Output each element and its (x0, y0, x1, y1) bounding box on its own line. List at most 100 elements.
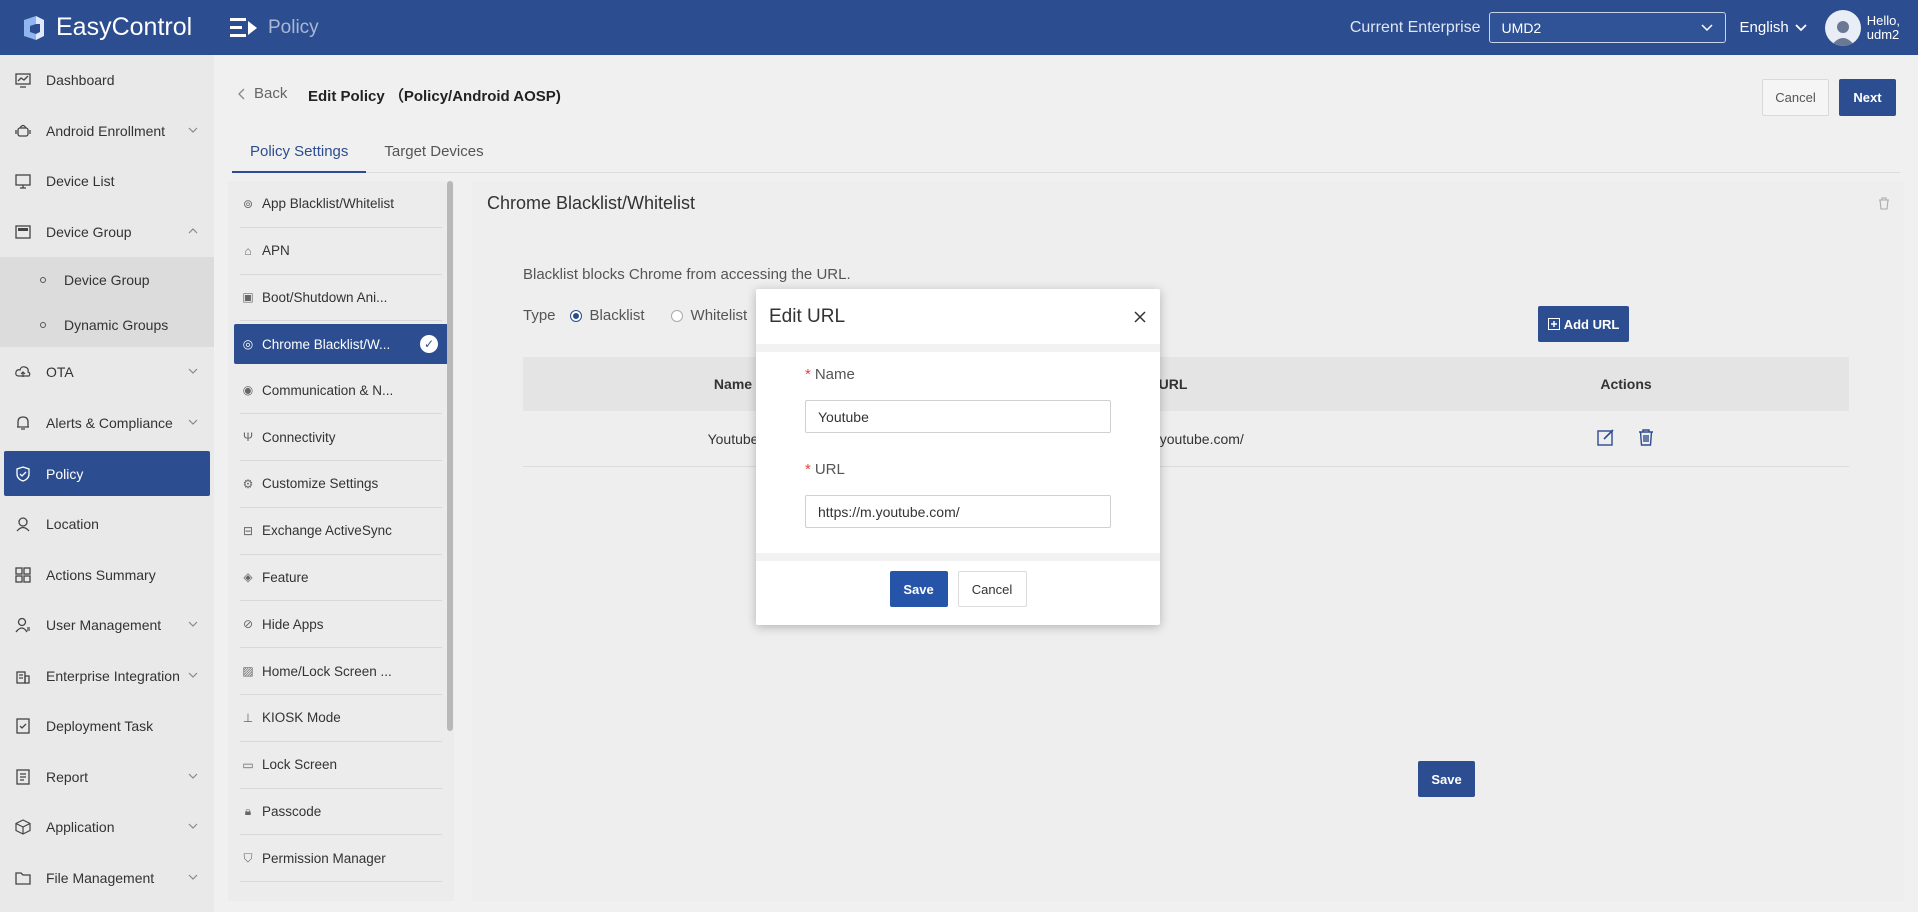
name-input[interactable] (805, 400, 1111, 433)
sidebar-item-ota[interactable]: OTA (0, 347, 214, 398)
next-button[interactable]: Next (1839, 79, 1896, 116)
antenna-icon: ⌂ (244, 243, 252, 258)
sidebar-item-device-list[interactable]: Device List (0, 156, 214, 207)
radio-blacklist[interactable] (569, 309, 582, 322)
settings-icon: ⚙ (242, 476, 254, 491)
policy-item-lock-screen[interactable]: ▭ Lock Screen (240, 742, 442, 789)
table-header: Name URL Actions (523, 357, 1849, 411)
sidebar-subitem-label: Dynamic Groups (64, 316, 169, 333)
enterprise-label: Current Enterprise (1349, 18, 1481, 36)
sidebar-item-enterprise-integration[interactable]: Enterprise Integration (0, 651, 214, 702)
policy-item-boot-shutdown[interactable]: ▣ Boot/Shutdown Ani... (240, 275, 442, 322)
trash-icon[interactable] (1878, 197, 1890, 210)
add-url-label: Add URL (1563, 316, 1620, 332)
policy-item-hide-apps[interactable]: ⊘ Hide Apps (240, 601, 442, 649)
edit-icon[interactable] (1597, 428, 1615, 446)
app-logo[interactable]: EasyControl (0, 13, 214, 42)
policy-item-label: Feature (262, 569, 309, 585)
policy-item-label: Communication & N... (262, 382, 394, 398)
report-icon (14, 768, 32, 786)
chevron-left-icon (238, 88, 245, 99)
delete-icon[interactable] (1637, 428, 1655, 446)
policy-item-kiosk-mode[interactable]: ⊥ KIOSK Mode (240, 695, 442, 742)
image-icon: ▨ (242, 664, 254, 679)
sidebar-item-label: Enterprise Integration (46, 667, 180, 684)
grid-icon (14, 566, 32, 584)
tab-target-devices[interactable]: Target Devices (366, 141, 501, 173)
policy-item-passcode[interactable]: 🔒︎ Passcode (240, 789, 442, 836)
sidebar-item-application[interactable]: Application (0, 802, 214, 853)
dialog-header: Edit URL (756, 289, 1160, 352)
greeting-username: udm2 (1866, 26, 1900, 42)
bullet-icon (40, 276, 46, 283)
sidebar-item-policy[interactable]: Policy (4, 451, 210, 496)
policy-item-permission-manager[interactable]: ⛉ Permission Manager (240, 835, 442, 883)
save-button[interactable]: Save (1418, 761, 1475, 797)
dialog-cancel-button[interactable]: Cancel (957, 571, 1027, 607)
dialog-title: Edit URL (769, 305, 846, 327)
sidebar-subitem-device-group[interactable]: Device Group (0, 257, 214, 302)
chevron-down-icon (1701, 23, 1713, 31)
dialog-save-button[interactable]: Save (889, 571, 948, 607)
policy-item-home-lock-screen[interactable]: ▨ Home/Lock Screen ... (240, 648, 442, 695)
sidebar-item-actions-summary[interactable]: Actions Summary (0, 550, 214, 601)
sidebar-subitem-dynamic-groups[interactable]: Dynamic Groups (0, 302, 214, 347)
add-url-button[interactable]: Add URL (1538, 306, 1629, 342)
policy-item-communication[interactable]: ◉ Communication & N... (240, 367, 442, 415)
policy-item-label: Chrome Blacklist/W... (262, 336, 391, 352)
user-greeting[interactable]: Hello, udm2 (1866, 13, 1900, 42)
tab-policy-settings[interactable]: Policy Settings (232, 141, 367, 173)
policy-item-exchange-activesync[interactable]: ⊟ Exchange ActiveSync (240, 508, 442, 555)
sidebar-item-report[interactable]: Report (0, 752, 214, 803)
policy-item-label: Customize Settings (262, 476, 379, 492)
enterprise-select[interactable]: UMD2 (1488, 12, 1726, 43)
cancel-button[interactable]: Cancel (1762, 79, 1829, 116)
sidebar-item-android-enrollment[interactable]: Android Enrollment (0, 106, 214, 157)
sidebar-item-alerts-compliance[interactable]: Alerts & Compliance (0, 398, 214, 449)
usb-icon: Ψ (242, 430, 254, 445)
url-field-label: * URL (805, 461, 845, 478)
policy-item-connectivity[interactable]: Ψ Connectivity (240, 414, 442, 461)
policy-item-label: Passcode (262, 803, 322, 819)
close-icon[interactable] (1134, 311, 1146, 323)
device-group-submenu: Device Group Dynamic Groups (0, 257, 214, 347)
language-selector[interactable]: English (1740, 19, 1807, 36)
policy-item-chrome-blacklist[interactable]: ◎ Chrome Blacklist/W... ✓ (234, 324, 448, 365)
blacklist-hint: Blacklist blocks Chrome from accessing t… (523, 266, 851, 283)
plus-square-icon (1547, 318, 1560, 330)
menu-toggle-icon[interactable] (230, 17, 258, 39)
dialog-footer: Save Cancel (756, 561, 1160, 617)
url-input[interactable] (805, 495, 1111, 528)
avatar[interactable] (1824, 9, 1861, 46)
app-name: EasyControl (56, 13, 193, 41)
sidebar-item-label: Policy (46, 465, 84, 482)
policy-item-label: Home/Lock Screen ... (262, 663, 392, 679)
policy-item-feature[interactable]: ◈ Feature (240, 555, 442, 602)
sidebar-item-device-group[interactable]: Device Group (0, 207, 214, 258)
eye-off-icon: ⊘ (242, 617, 254, 632)
back-label: Back (254, 85, 288, 102)
task-icon (14, 717, 32, 735)
sidebar-item-file-management[interactable]: File Management (0, 853, 214, 904)
radio-whitelist-label: Whitelist (690, 307, 748, 324)
sidebar-item-label: OTA (46, 364, 74, 381)
policy-item-apn[interactable]: ⌂ APN (240, 228, 442, 275)
policy-list-scrollbar[interactable] (447, 181, 453, 731)
back-button[interactable]: Back (238, 85, 287, 102)
radio-whitelist[interactable] (670, 309, 683, 322)
url-label-text: URL (814, 461, 845, 478)
policy-list: ⊚ App Blacklist/Whitelist ⌂ APN ▣ Boot/Shut… (228, 181, 454, 901)
sidebar-item-location[interactable]: Location (0, 499, 214, 550)
policy-item-customize-settings[interactable]: ⚙ Customize Settings (240, 461, 442, 508)
dialog-body: *Name *URL (756, 352, 1160, 561)
required-marker: * (805, 366, 811, 383)
sidebar-item-deployment-task[interactable]: Deployment Task (0, 701, 214, 752)
sidebar-item-dashboard[interactable]: Dashboard (0, 55, 214, 106)
tab-bar: Policy Settings Target Devices (232, 141, 1900, 173)
chevron-down-icon (188, 127, 198, 133)
sidebar: Dashboard Android Enrollment Device List… (0, 55, 214, 912)
sidebar-item-user-management[interactable]: User Management (0, 600, 214, 651)
sidebar-subitem-label: Device Group (64, 271, 150, 288)
sidebar-item-label: Application (46, 819, 115, 836)
policy-item-app-blacklist[interactable]: ⊚ App Blacklist/Whitelist (240, 181, 442, 228)
